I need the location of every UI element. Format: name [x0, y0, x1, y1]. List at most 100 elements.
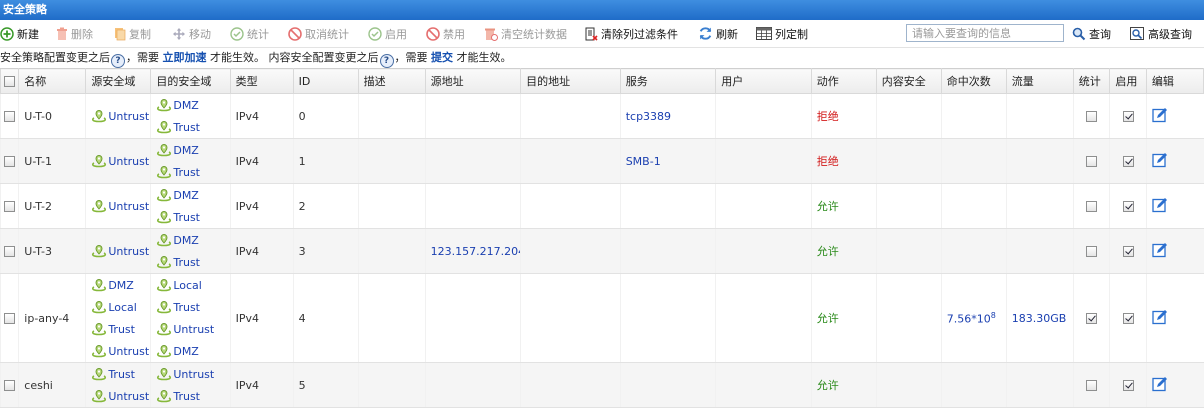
table-row[interactable]: ceshi Trust Untrust Untrust Trust IPv4 5 允… [0, 362, 1204, 408]
stats-button[interactable]: 统计 [230, 20, 269, 47]
src-addr[interactable] [424, 183, 521, 229]
zone-item[interactable]: Untrust [91, 240, 150, 262]
row-select-checkbox[interactable] [4, 201, 16, 212]
src-addr[interactable] [424, 362, 521, 408]
dst-addr[interactable] [520, 228, 621, 274]
delete-button[interactable]: 删除 [56, 20, 93, 47]
zone-item[interactable]: DMZ [156, 184, 229, 206]
stats-checkbox[interactable] [1086, 380, 1098, 391]
dst-addr[interactable] [520, 93, 621, 139]
zone-item[interactable]: Trust [156, 385, 229, 407]
advanced-search-button[interactable]: 高级查询 [1130, 20, 1192, 47]
row-select-checkbox[interactable] [4, 246, 16, 257]
new-button[interactable]: 新建 [0, 20, 39, 47]
row-select-checkbox[interactable] [4, 111, 16, 122]
stats-checkbox[interactable] [1086, 156, 1098, 167]
zone-item[interactable]: DMZ [156, 229, 229, 251]
col-edit[interactable]: 编辑 [1145, 68, 1204, 94]
col-dst-addr[interactable]: 目的地址 [520, 68, 621, 94]
src-addr[interactable] [424, 273, 521, 363]
enabled-checkbox[interactable] [1122, 313, 1134, 324]
search-button[interactable]: 查询 [1072, 20, 1111, 47]
col-name[interactable]: 名称 [18, 68, 87, 94]
disable-button[interactable]: 禁用 [426, 20, 465, 47]
col-stats[interactable]: 统计 [1072, 68, 1111, 94]
edit-button[interactable] [1152, 242, 1168, 261]
col-hits[interactable]: 命中次数 [940, 68, 1007, 94]
zone-item[interactable]: Untrust [156, 318, 229, 340]
stats-checkbox[interactable] [1086, 111, 1098, 122]
zone-item[interactable]: DMZ [91, 274, 150, 296]
table-row[interactable]: U-T-2 Untrust DMZ Trust IPv4 2 允许 [0, 183, 1204, 229]
col-type[interactable]: 类型 [229, 68, 294, 94]
col-enabled[interactable]: 启用 [1109, 68, 1147, 94]
enabled-checkbox[interactable] [1122, 111, 1134, 122]
enable-button[interactable]: 启用 [368, 20, 407, 47]
zone-item[interactable]: Trust [156, 116, 229, 138]
service[interactable] [619, 228, 716, 274]
zone-item[interactable]: Trust [156, 206, 229, 228]
col-action[interactable]: 动作 [810, 68, 877, 94]
col-user[interactable]: 用户 [715, 68, 812, 94]
zone-item[interactable]: Local [156, 274, 229, 296]
table-row[interactable]: ip-any-4 DMZ Local Trust Untrust Local Trust… [0, 273, 1204, 363]
src-addr[interactable]: 123.157.217.204 [424, 228, 521, 274]
zone-item[interactable]: Trust [156, 161, 229, 183]
help-icon[interactable]: ? [111, 54, 125, 68]
src-addr[interactable] [424, 93, 521, 139]
service[interactable] [619, 273, 716, 363]
enabled-checkbox[interactable] [1122, 201, 1134, 212]
col-dst-zone[interactable]: 目的安全域 [150, 68, 231, 94]
table-row[interactable]: U-T-1 Untrust DMZ Trust IPv4 1 SMB-1 拒绝 [0, 138, 1204, 184]
col-content-security[interactable]: 内容安全 [875, 68, 942, 94]
enabled-checkbox[interactable] [1122, 246, 1134, 257]
dst-addr[interactable] [520, 183, 621, 229]
service[interactable]: SMB-1 [619, 138, 716, 184]
zone-item[interactable]: Trust [91, 318, 150, 340]
zone-item[interactable]: Untrust [91, 195, 150, 217]
stats-checkbox[interactable] [1086, 313, 1098, 324]
col-desc[interactable]: 描述 [357, 68, 426, 94]
edit-button[interactable] [1152, 107, 1168, 126]
zone-item[interactable]: Untrust [156, 363, 229, 385]
accelerate-link[interactable]: 立即加速 [163, 51, 207, 64]
clear-stats-button[interactable]: 清空统计数据 [484, 20, 567, 47]
col-src-zone[interactable]: 源安全域 [85, 68, 152, 94]
col-id[interactable]: ID [292, 68, 359, 94]
zone-item[interactable]: Untrust [91, 385, 150, 407]
edit-button[interactable] [1152, 376, 1168, 395]
enabled-checkbox[interactable] [1122, 380, 1134, 391]
zone-item[interactable]: Untrust [91, 340, 150, 362]
col-src-addr[interactable]: 源地址 [424, 68, 522, 94]
col-service[interactable]: 服务 [619, 68, 717, 94]
zone-item[interactable]: DMZ [156, 340, 229, 362]
stats-checkbox[interactable] [1086, 201, 1098, 212]
service[interactable]: tcp3389 [619, 93, 716, 139]
edit-button[interactable] [1152, 152, 1168, 171]
refresh-button[interactable]: 刷新 [698, 20, 738, 47]
dst-addr[interactable] [520, 138, 621, 184]
cancel-stats-button[interactable]: 取消统计 [288, 20, 349, 47]
column-config-button[interactable]: 列定制 [756, 20, 808, 47]
help-icon[interactable]: ? [379, 54, 394, 68]
zone-item[interactable]: Trust [156, 296, 229, 318]
move-button[interactable]: 移动 [172, 20, 211, 47]
zone-item[interactable]: Trust [156, 251, 229, 273]
submit-link[interactable]: 提交 [431, 51, 453, 64]
row-select-checkbox[interactable] [4, 313, 16, 324]
copy-button[interactable]: 复制 [114, 20, 151, 47]
col-traffic[interactable]: 流量 [1005, 68, 1074, 94]
zone-item[interactable]: DMZ [156, 94, 229, 116]
zone-item[interactable]: DMZ [156, 139, 229, 161]
search-input[interactable] [906, 24, 1064, 42]
dst-addr[interactable] [520, 362, 621, 408]
table-row[interactable]: U-T-3 Untrust DMZ Trust IPv4 3 123.157.21… [0, 228, 1204, 274]
clear-filters-button[interactable]: 清除列过滤条件 [584, 20, 678, 47]
edit-button[interactable] [1152, 309, 1168, 328]
row-select-checkbox[interactable] [4, 156, 16, 167]
zone-item[interactable]: Local [91, 296, 150, 318]
service[interactable] [619, 183, 716, 229]
stats-checkbox[interactable] [1086, 246, 1098, 257]
src-addr[interactable] [424, 138, 521, 184]
zone-item[interactable]: Untrust [91, 105, 150, 127]
